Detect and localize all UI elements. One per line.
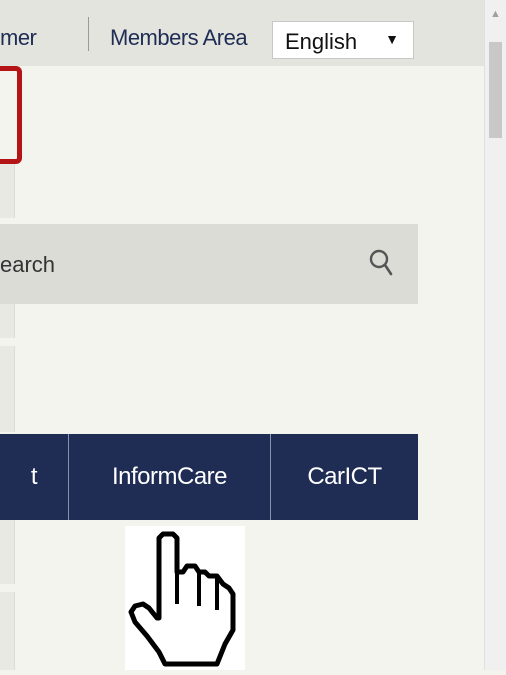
strip-block <box>0 592 15 670</box>
scroll-up-arrow-icon[interactable]: ▲ <box>490 8 501 20</box>
search-icon[interactable] <box>368 248 394 278</box>
hand-pointer-icon <box>128 531 236 667</box>
strip-block <box>0 514 15 584</box>
search-placeholder: earch <box>0 252 56 277</box>
scrollbar-thumb[interactable] <box>489 42 502 138</box>
tab-label: InformCare <box>111 463 228 490</box>
cursor-overlay <box>125 526 245 670</box>
strip-block <box>0 346 15 432</box>
language-select[interactable]: English ▼ <box>272 21 414 59</box>
language-select-value: English <box>285 29 358 54</box>
vertical-scrollbar[interactable]: ▲ <box>484 0 506 670</box>
disclaimer-link[interactable]: mer <box>0 25 37 51</box>
members-area-link[interactable]: Members Area <box>110 25 248 51</box>
divider <box>88 17 89 51</box>
tab-label: t <box>30 463 38 490</box>
tab-carict[interactable]: CarICT <box>271 434 418 520</box>
strip-block <box>0 164 15 218</box>
dropdown-arrow-icon: ▼ <box>385 31 399 47</box>
top-utility-bar: mer Members Area English ▼ <box>0 0 484 66</box>
search-bar[interactable]: earch <box>0 224 418 304</box>
tab-previous[interactable]: t <box>0 434 68 520</box>
highlight-box <box>0 66 22 164</box>
nav-tabs: t InformCare CarICT <box>0 434 418 520</box>
tab-informcare[interactable]: InformCare <box>69 434 270 520</box>
tab-label: CarICT <box>307 463 382 490</box>
